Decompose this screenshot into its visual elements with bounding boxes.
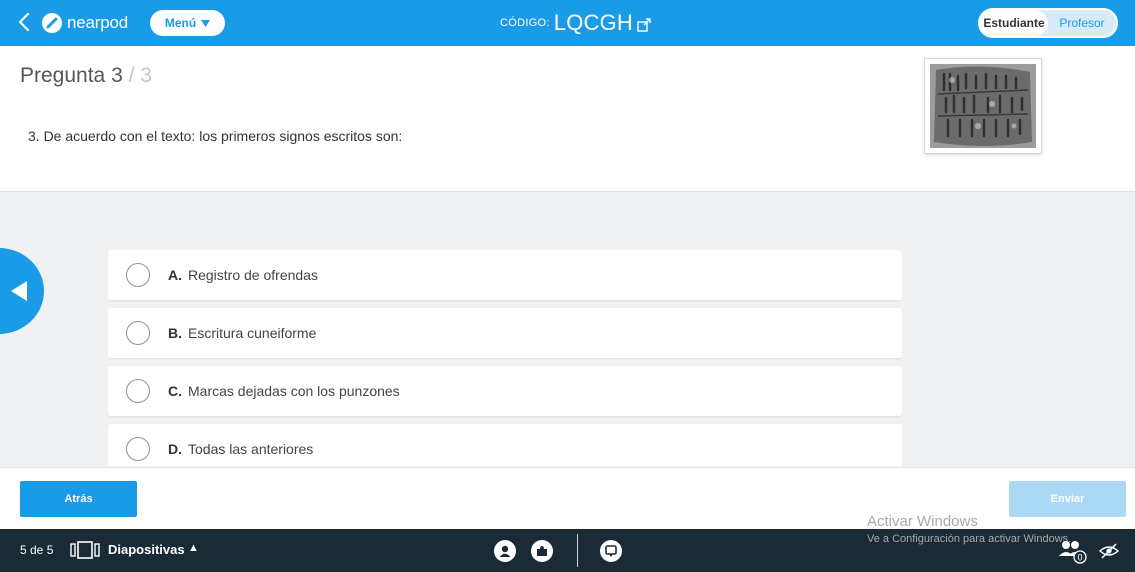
option-b[interactable]: B. Escritura cuneiforme [108,308,902,358]
option-text: Todas las anteriores [188,441,314,457]
question-total: / 3 [128,64,152,87]
caret-down-icon [201,19,211,27]
top-bar: nearpod Menú CÓDIGO: LQCGH Estudiante Pr… [0,0,1135,46]
option-letter: D. [168,441,182,457]
slides-icon[interactable] [70,541,100,559]
role-student-option[interactable]: Estudiante [980,10,1048,36]
action-bar: Atrás Enviar Activar Windows [0,467,1135,530]
puzzle-button[interactable] [531,540,553,562]
send-button[interactable]: Enviar [1009,481,1126,517]
option-letter: B. [168,325,182,341]
divider [577,534,578,567]
option-text: Escritura cuneiforme [188,325,317,341]
puzzle-icon [537,546,547,556]
back-button[interactable]: Atrás [20,481,137,517]
radio-a[interactable] [126,263,150,287]
radio-b[interactable] [126,321,150,345]
answer-options: A. Registro de ofrendas B. Escritura cun… [108,250,902,466]
question-image[interactable] [924,58,1042,154]
radio-c[interactable] [126,379,150,403]
radio-d[interactable] [126,437,150,461]
option-c[interactable]: C. Marcas dejadas con los punzones [108,366,902,416]
avatar-icon [499,545,511,557]
option-d[interactable]: D. Todas las anteriores [108,424,902,466]
option-letter: C. [168,383,182,399]
option-letter: A. [168,267,182,283]
eye-off-icon[interactable] [1099,542,1119,560]
caret-up-icon[interactable]: ▲ [188,542,199,554]
option-text: Registro de ofrendas [188,267,318,283]
role-toggle[interactable]: Estudiante Profesor [978,8,1118,38]
question-number: 3 [111,64,123,87]
triangle-left-icon [11,281,27,301]
avatar-button[interactable] [494,540,516,562]
role-teacher-option[interactable]: Profesor [1048,16,1116,30]
windows-watermark-subtitle: Ve a Configuración para activar Windows. [867,533,1072,545]
code-label: CÓDIGO: [500,17,550,29]
slide-counter: 5 de 5 [20,543,54,557]
menu-button[interactable]: Menú [150,10,225,36]
menu-label: Menú [164,16,197,30]
bottom-bar: 5 de 5 Diapositivas ▲ Ve a Configuración… [0,529,1135,572]
brand-name: nearpod [67,13,128,32]
cuneiform-tablet-image [930,64,1036,148]
nearpod-logo-icon [42,13,62,33]
chat-icon [605,545,617,557]
code-value: LQCGH [553,10,634,35]
slides-toggle[interactable]: Diapositivas [108,542,185,557]
question-counter: Pregunta 3 / 3 [20,64,152,88]
session-code: CÓDIGO: LQCGH [500,8,660,38]
option-a[interactable]: A. Registro de ofrendas [108,250,902,300]
chat-button[interactable] [600,540,622,562]
question-header: Pregunta 3 / 3 3. De acuerdo con el text… [0,46,1135,192]
windows-watermark-title: Activar Windows [867,513,978,530]
chevron-left-icon[interactable] [12,9,38,35]
external-link-icon[interactable] [637,17,651,32]
question-label: Pregunta [20,64,106,87]
people-icon[interactable]: 0 [1058,538,1088,564]
nearpod-logo: nearpod [42,10,128,36]
question-text: 3. De acuerdo con el texto: los primeros… [28,128,403,144]
previous-slide-button[interactable] [0,248,44,334]
option-text: Marcas dejadas con los punzones [188,383,400,399]
participant-count: 0 [1077,553,1082,563]
